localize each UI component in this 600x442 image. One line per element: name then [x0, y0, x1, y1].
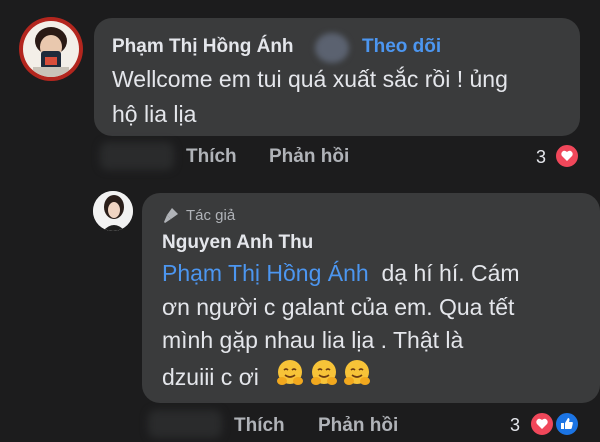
heart-icon[interactable]: [554, 143, 580, 169]
mention-link[interactable]: Phạm Thị Hồng Ánh: [162, 260, 369, 286]
blurred-badge: [315, 33, 349, 63]
comment-text-line-3: mình gặp nhau lia lịa . Thật là: [162, 327, 464, 353]
comment-text-line-2: hộ lia lịa: [112, 101, 197, 127]
comment-text: dạ hí hí. Cám: [381, 260, 520, 286]
like-button[interactable]: Thích: [234, 415, 285, 437]
microphone-icon: [164, 208, 178, 223]
blurred-timestamp: [148, 410, 222, 438]
like-button[interactable]: Thích: [186, 146, 237, 168]
reaction-count[interactable]: 3: [536, 147, 546, 168]
like-icon[interactable]: [554, 411, 580, 437]
comment-text-line-1: Wellcome em tui quá xuất sắc rồi ! ủng: [112, 66, 508, 92]
avatar[interactable]: [19, 17, 83, 81]
heart-icon[interactable]: [529, 411, 555, 437]
comment-text-line-1: Phạm Thị Hồng Ánh dạ hí hí. Cám: [162, 256, 520, 291]
hugging-face-icon: [344, 360, 370, 385]
reply-button[interactable]: Phản hồi: [269, 146, 349, 168]
commenter-name[interactable]: Nguyen Anh Thu: [162, 232, 313, 254]
comment-text-line-4: dzuiii c ơi: [162, 364, 259, 390]
follow-link[interactable]: Theo dõi: [362, 36, 441, 58]
avatar[interactable]: [93, 191, 133, 231]
hugging-face-icon: [311, 360, 337, 385]
reply-button[interactable]: Phản hồi: [318, 415, 398, 437]
hugging-face-icon: [277, 360, 303, 385]
author-tag: Tác giả: [186, 207, 236, 224]
blurred-timestamp: [100, 142, 174, 170]
reaction-count[interactable]: 3: [510, 415, 520, 436]
comment-text-line-2: ơn người c galant của em. Qua tết: [162, 294, 515, 320]
commenter-name[interactable]: Phạm Thị Hồng Ánh: [112, 36, 294, 58]
